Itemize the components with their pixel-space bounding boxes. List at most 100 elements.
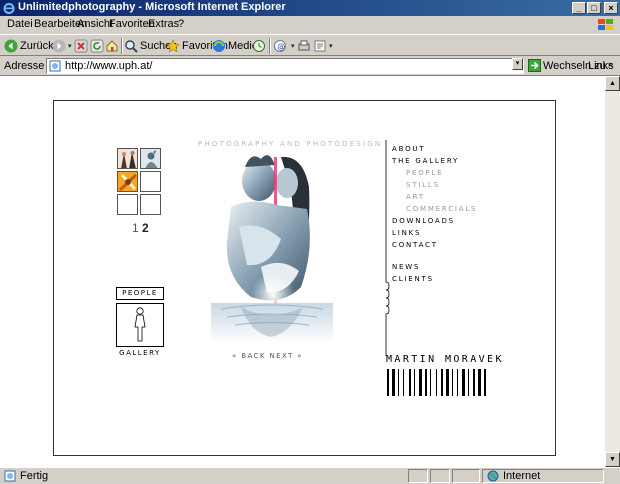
forward-arrow-icon (52, 39, 66, 53)
thumbnail-empty (117, 194, 138, 215)
forward-dropdown-icon[interactable]: ▾ (68, 42, 72, 50)
window-title: Unlimitedphotography - Microsoft Interne… (18, 1, 286, 13)
vertical-scrollbar[interactable]: ▲ ▼ (605, 76, 620, 467)
stop-button[interactable] (74, 38, 88, 54)
barcode-bar (446, 369, 449, 396)
internet-globe-icon (487, 470, 499, 482)
nav-news[interactable]: news (392, 263, 420, 271)
nav-downloads[interactable]: downloads (392, 217, 455, 225)
menu-file[interactable]: Datei (7, 18, 33, 30)
mail-button[interactable]: @ ▾ (273, 38, 295, 54)
status-left: Fertig (4, 470, 48, 482)
toolbar-separator (121, 38, 123, 54)
edit-button[interactable]: ▾ (313, 38, 333, 54)
featured-photo (211, 147, 333, 343)
address-bar: Adresse ▾ Wechseln zu Links » (0, 56, 620, 76)
nav-commercials[interactable]: commercials (406, 205, 477, 213)
title-bar: Unlimitedphotography - Microsoft Interne… (0, 0, 620, 16)
category-label: people (116, 287, 164, 300)
menu-tools[interactable]: Extras (148, 18, 179, 30)
barcode-bar (441, 369, 443, 396)
address-label: Adresse (4, 60, 45, 72)
nav-links[interactable]: links (392, 229, 421, 237)
scroll-down-button[interactable]: ▼ (605, 452, 620, 467)
thumbnail-image (141, 149, 160, 168)
back-next-navigation[interactable]: « back next » (232, 352, 303, 360)
page-done-icon (4, 470, 16, 482)
maximize-button[interactable]: □ (587, 2, 601, 14)
back-button[interactable]: Zurück ▾ (4, 38, 59, 54)
minimize-button[interactable]: _ (572, 2, 586, 14)
print-button[interactable] (297, 38, 311, 54)
menu-view[interactable]: Ansicht (77, 18, 113, 30)
barcode-bar (473, 369, 475, 396)
barcode-bar (452, 369, 453, 396)
nav-people[interactable]: people (406, 169, 444, 177)
status-cell (452, 469, 480, 483)
thumbnail-empty (140, 171, 161, 192)
edit-dropdown-icon[interactable]: ▾ (329, 42, 333, 50)
favorites-star-icon (166, 39, 180, 53)
status-bar: Fertig Internet (0, 467, 620, 484)
thumbnail[interactable] (117, 148, 138, 169)
windows-logo-icon (598, 19, 613, 30)
barcode-bar (409, 369, 411, 396)
barcode-bar (392, 369, 395, 396)
barcode-bar (468, 369, 469, 396)
refresh-icon (90, 39, 104, 53)
nav-the-gallery[interactable]: the gallery (392, 157, 459, 165)
toolbar-separator (269, 38, 271, 54)
links-chevron-icon[interactable]: » (608, 59, 613, 69)
nav-art[interactable]: art (406, 193, 425, 201)
thumbnail[interactable] (140, 148, 161, 169)
category-box: people gallery (116, 287, 164, 357)
thumbnail-grid (117, 148, 163, 216)
page-icon (49, 60, 61, 72)
zone-label: Internet (503, 470, 541, 482)
svg-text:@: @ (277, 42, 285, 51)
close-button[interactable]: × (604, 2, 618, 14)
home-icon (106, 40, 118, 52)
scroll-up-button[interactable]: ▲ (605, 76, 620, 91)
barcode-graphic (387, 369, 486, 396)
nav-about[interactable]: about (392, 145, 425, 153)
go-arrow-icon (528, 59, 541, 72)
barcode-bar (436, 369, 437, 396)
barcode-bar (430, 369, 431, 396)
barcode-bar (403, 369, 404, 396)
mail-dropdown-icon[interactable]: ▾ (291, 42, 295, 50)
barcode-bar (419, 369, 422, 396)
barcode-bar (484, 369, 486, 396)
menu-bar: Datei Bearbeiten Ansicht Favoriten Extra… (0, 16, 620, 34)
barcode-bar (414, 369, 415, 396)
status-cell (408, 469, 428, 483)
address-dropdown-button[interactable]: ▾ (512, 58, 523, 70)
media-icon (213, 40, 225, 52)
thumbnail-image (118, 172, 137, 191)
print-icon (298, 40, 310, 51)
menu-help[interactable]: ? (178, 18, 184, 30)
home-button[interactable] (105, 38, 119, 54)
barcode-bar (478, 369, 481, 396)
barcode-bar (457, 369, 458, 396)
category-figure[interactable] (116, 303, 164, 347)
thumbnail-empty (140, 194, 161, 215)
mail-icon: @ (274, 40, 286, 52)
page-selector: 1 2 (132, 221, 149, 235)
history-button[interactable] (252, 38, 266, 54)
search-icon (125, 40, 138, 53)
nav-stills[interactable]: stills (406, 181, 440, 189)
thumbnail[interactable] (117, 171, 138, 192)
page-link-2-current[interactable]: 2 (142, 221, 149, 235)
address-field[interactable] (46, 58, 524, 74)
ie-logo-icon (3, 3, 15, 14)
thumbnail-image (118, 149, 137, 168)
status-cell (430, 469, 450, 483)
nav-clients[interactable]: clients (392, 275, 434, 283)
address-input[interactable] (65, 60, 505, 72)
person-icon (134, 307, 146, 342)
refresh-button[interactable] (90, 38, 104, 54)
page-link-1[interactable]: 1 (132, 221, 139, 235)
forward-button[interactable]: ▾ (52, 38, 72, 54)
nav-contact[interactable]: contact (392, 241, 438, 249)
